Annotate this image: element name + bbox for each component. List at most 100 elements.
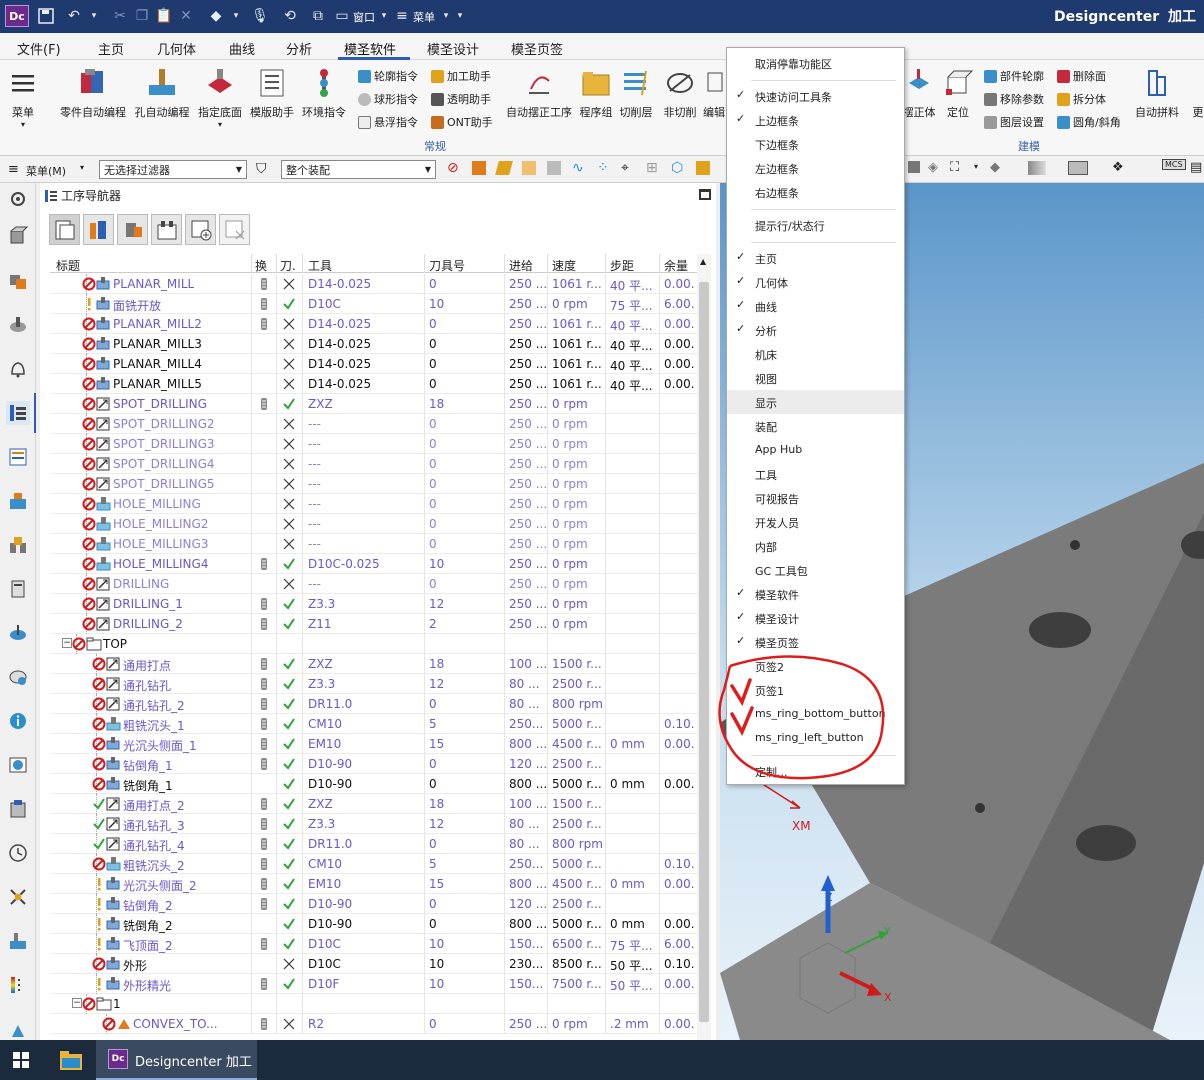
table-row[interactable]: 飞顶面_2 D10C 10 150... 6500 r... 75 平... 6.00. — [50, 934, 700, 954]
role-icon[interactable] — [6, 1017, 30, 1041]
tree-collapse-toggle[interactable]: − — [62, 638, 72, 648]
auto-stock-button[interactable]: 自动拼料 — [1132, 66, 1182, 120]
table-row[interactable]: SPOT_DRILLING2 --- 0 250 ... 0 rpm — [50, 414, 700, 434]
face-icon[interactable] — [522, 161, 536, 175]
context-menu-item[interactable]: 内部 — [727, 534, 904, 558]
more-toolbar-icon[interactable]: ▤ — [1190, 160, 1202, 175]
table-row[interactable]: PLANAR_MILL D14-0.025 0 250 ... 1061 r... 40 … — [50, 274, 700, 294]
operation-name[interactable]: DRILLING — [113, 577, 169, 591]
operation-name[interactable]: SPOT_DRILLING4 — [113, 457, 215, 471]
context-menu-item[interactable]: ✓ 快速访问工具条 — [727, 84, 904, 108]
orient-body-button[interactable]: 摆正体 — [902, 66, 936, 120]
tool-library-icon[interactable] — [6, 489, 30, 513]
ribbon-menu-button[interactable]: 菜单 ▾ — [6, 66, 40, 129]
ont-assistant-button[interactable]: ONT助手 — [431, 114, 493, 130]
undo-dropdown-icon[interactable]: ▾ — [84, 6, 104, 26]
toolbar-menu-button[interactable]: 菜单(M) — [26, 163, 66, 179]
context-menu-item[interactable]: ✓ 分析 — [727, 318, 904, 342]
fixture-icon[interactable] — [6, 533, 30, 557]
table-row[interactable]: HOLE_MILLING2 --- 0 250 ... 0 rpm — [50, 514, 700, 534]
machining-assistant-button[interactable]: 加工助手 — [431, 68, 491, 84]
operation-name[interactable]: 通孔钻孔 — [123, 677, 171, 694]
table-row[interactable]: SPOT_DRILLING5 --- 0 250 ... 0 rpm — [50, 474, 700, 494]
non-cutting-button[interactable]: 非切削 — [661, 66, 699, 120]
constraint-navigator-icon[interactable] — [6, 313, 30, 337]
table-row[interactable]: HOLE_MILLING4 D10C-0.025 10 250 ... 0 rpm — [50, 554, 700, 574]
history-icon[interactable] — [6, 841, 30, 865]
operation-name[interactable]: 通孔钻孔_3 — [123, 817, 185, 834]
machine-tool-view-button[interactable] — [83, 214, 114, 245]
operation-name[interactable]: 钻倒角_1 — [123, 757, 173, 774]
orient-view-icon[interactable]: ◆ — [990, 160, 1000, 175]
context-menu-item[interactable]: 提示行/状态行 — [727, 213, 904, 237]
selection-filter-combo[interactable]: 无选择过滤器 ▼ — [99, 160, 247, 179]
float-command-button[interactable]: 悬浮指令 — [358, 114, 418, 130]
sheet-body-icon[interactable] — [495, 161, 513, 175]
split-body-button[interactable]: 拆分体 — [1057, 91, 1106, 107]
column-header-tool-number[interactable]: 刀具号 — [429, 257, 465, 274]
part-auto-program-button[interactable]: 零件自动编程 — [56, 66, 130, 120]
table-row[interactable]: 铣倒角_1 D10-90 0 800 ... 5000 r... 0 mm 0.00. — [50, 774, 700, 794]
context-menu-item[interactable]: 下边框条 — [727, 132, 904, 156]
assembly-scope-combo[interactable]: 整个装配 ▼ — [281, 160, 436, 179]
hole-auto-program-button[interactable]: 孔自动编程 — [132, 66, 192, 120]
operation-name[interactable]: 1 — [113, 997, 121, 1011]
microphone-icon[interactable]: 🎙 — [250, 6, 270, 26]
toolbar-menu-dropdown-icon[interactable]: ▾ — [80, 163, 84, 172]
customize-dropdown-icon[interactable]: ▾ — [450, 6, 470, 26]
context-menu-item[interactable]: 开发人员 — [727, 510, 904, 534]
table-row[interactable]: SPOT_DRILLING3 --- 0 250 ... 0 rpm — [50, 434, 700, 454]
taskbar-designcenter-item[interactable]: Dc Designcenter 加工 — [96, 1040, 257, 1080]
context-menu-item[interactable]: ✓ 几何体 — [727, 270, 904, 294]
cut-levels-button[interactable]: 切削层 — [617, 66, 655, 120]
context-menu-item[interactable]: ✓ 模圣设计 — [727, 606, 904, 630]
remove-params-button[interactable]: 移除参数 — [984, 91, 1044, 107]
delete-face-button[interactable]: 删除面 — [1057, 68, 1106, 84]
operation-name[interactable]: SPOT_DRILLING2 — [113, 417, 215, 431]
table-row[interactable]: 通孔钻孔_3 Z3.3 12 80 ... 2500 r... — [50, 814, 700, 834]
context-menu-item[interactable]: ✓ 模圣软件 — [727, 582, 904, 606]
operation-name[interactable]: HOLE_MILLING3 — [113, 537, 208, 551]
table-row[interactable]: PLANAR_MILL2 D14-0.025 0 250 ... 1061 r... 40… — [50, 314, 700, 334]
table-row[interactable]: − TOP — [50, 634, 700, 654]
table-row[interactable]: SPOT_DRILLING4 --- 0 250 ... 0 rpm — [50, 454, 700, 474]
table-row[interactable]: 粗铣沉头_1 CM10 5 250... 5000 r... 0.10. — [50, 714, 700, 734]
context-menu-item[interactable]: 显示 — [727, 390, 904, 414]
operation-name[interactable]: 面铣开放 — [113, 297, 161, 314]
simulation-icon[interactable] — [6, 797, 30, 821]
context-menu-item[interactable]: ✓ 主页 — [727, 246, 904, 270]
column-header-stepover[interactable]: 步距 — [610, 257, 634, 274]
operation-name[interactable]: CONVEX_TO... — [133, 1017, 218, 1031]
table-row[interactable]: 钻倒角_1 D10-90 0 120 ... 2500 r... — [50, 754, 700, 774]
component-icon[interactable]: ⊞ — [646, 160, 658, 176]
table-row[interactable]: SPOT_DRILLING ZXZ 18 250 ... 0 rpm — [50, 394, 700, 414]
info-icon[interactable] — [6, 709, 30, 733]
column-header-tool-change[interactable]: 换 — [255, 257, 267, 274]
box-select-icon[interactable] — [696, 161, 710, 175]
context-menu-item[interactable]: ✓ 曲线 — [727, 294, 904, 318]
switch-window-icon[interactable]: ⧉ — [308, 6, 328, 26]
operation-name[interactable]: 光沉头侧面_2 — [123, 877, 197, 894]
snap-dropdown-icon[interactable]: ▾ — [226, 6, 246, 26]
ball-command-button[interactable]: 球形指令 — [358, 91, 418, 107]
measure-icon[interactable] — [6, 621, 30, 645]
grid-scrollbar[interactable]: ▲ — [697, 254, 711, 1040]
operation-name[interactable]: DRILLING_1 — [113, 597, 183, 611]
locate-button[interactable]: 定位 — [940, 66, 976, 120]
context-menu-item[interactable]: 装配 — [727, 414, 904, 438]
table-row[interactable]: 通用打点_2 ZXZ 18 100 ... 1500 r... — [50, 794, 700, 814]
no-select-icon[interactable]: ⊘ — [447, 160, 459, 176]
operation-name[interactable]: SPOT_DRILLING3 — [113, 437, 215, 451]
layer-icon[interactable]: ❖ — [1112, 160, 1124, 175]
program-group-button[interactable]: 程序组 — [577, 66, 615, 120]
operation-name[interactable]: HOLE_MILLING — [113, 497, 201, 511]
table-row[interactable]: PLANAR_MILL5 D14-0.025 0 250 ... 1061 r... 40… — [50, 374, 700, 394]
window-menu[interactable]: 窗口 — [353, 9, 375, 25]
table-row[interactable]: 外形 D10C 10 230... 8500 r... 50 平... 0.10. — [50, 954, 700, 974]
tab-analysis[interactable]: 分析 — [286, 39, 312, 58]
delete-icon[interactable]: ✕ — [176, 6, 196, 26]
fit-view-icon[interactable]: ⛶ — [950, 160, 959, 175]
table-row[interactable]: 通孔钻孔_2 DR11.0 0 80 ... 800 rpm — [50, 694, 700, 714]
table-row[interactable]: 面铣开放 D10C 10 250 ... 0 rpm 75 平... 6.00. — [50, 294, 700, 314]
layer-settings-button[interactable]: 图层设置 — [984, 114, 1044, 130]
